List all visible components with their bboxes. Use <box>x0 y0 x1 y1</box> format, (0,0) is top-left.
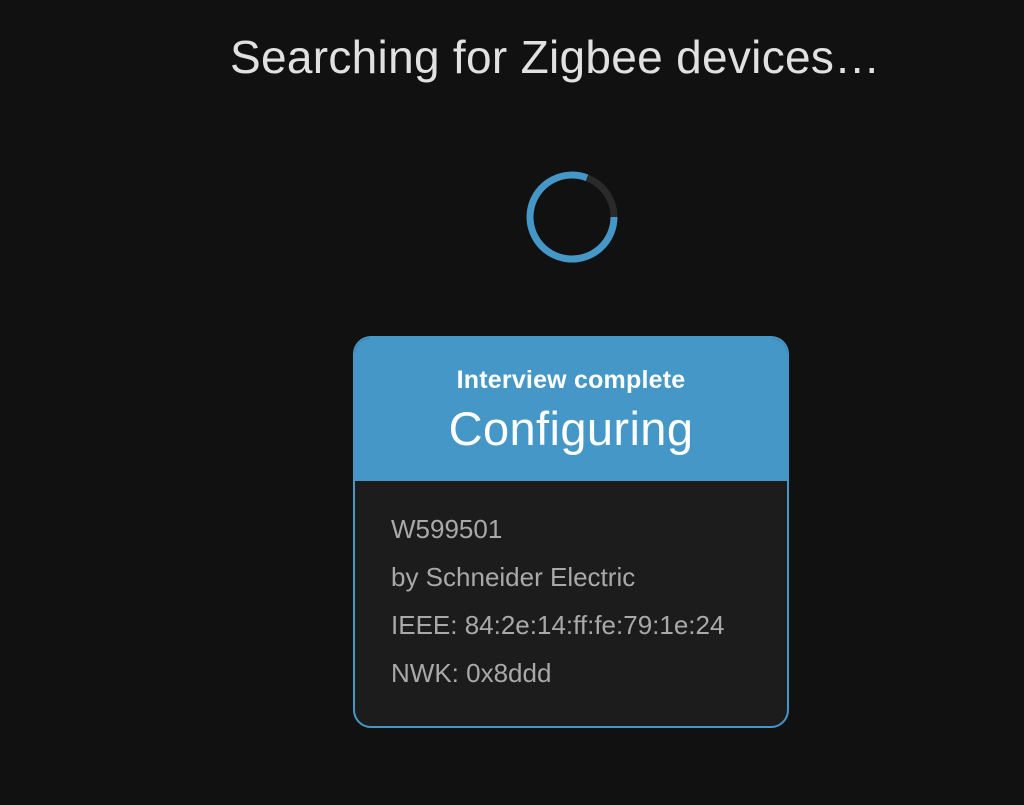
device-model: W599501 <box>391 514 503 544</box>
progress-spinner-icon <box>526 171 618 263</box>
device-card-header: Interview complete Configuring <box>355 338 787 481</box>
device-nwk-address: NWK: 0x8ddd <box>391 658 552 688</box>
device-state: Configuring <box>448 402 694 455</box>
device-card[interactable]: Interview complete Configuring W599501 b… <box>353 336 789 728</box>
device-card-body: W599501 by Schneider Electric IEEE: 84:2… <box>355 481 787 703</box>
device-manufacturer: by Schneider Electric <box>391 562 636 592</box>
page-title: Searching for Zigbee devices… <box>230 31 881 83</box>
interview-status: Interview complete <box>456 366 686 394</box>
zigbee-search-page: Searching for Zigbee devices… Interview … <box>0 0 1024 805</box>
device-ieee-address: IEEE: 84:2e:14:ff:fe:79:1e:24 <box>391 610 725 640</box>
